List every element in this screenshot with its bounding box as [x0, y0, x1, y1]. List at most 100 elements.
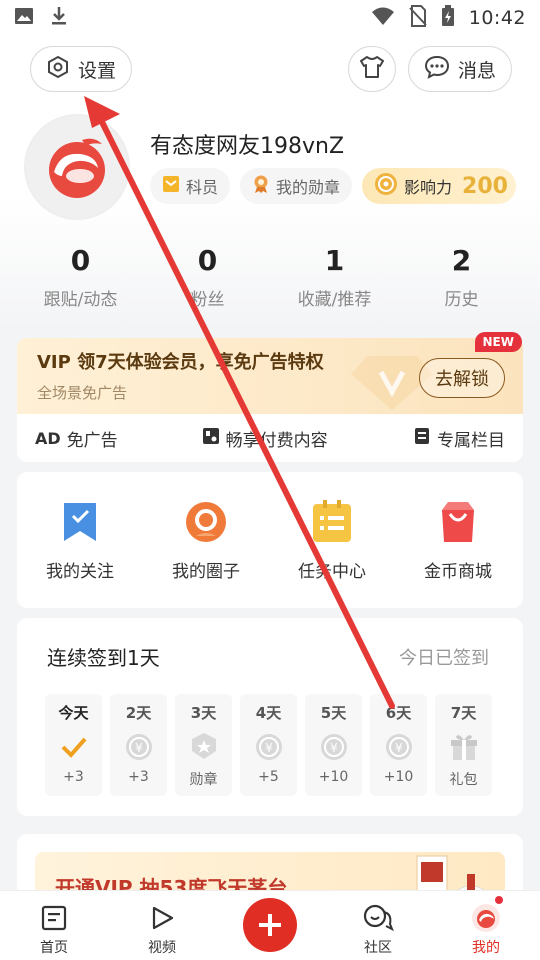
perk-paid-content[interactable]: 畅享付费内容: [202, 426, 328, 451]
stat-favorites[interactable]: 1 收藏/推荐: [271, 244, 398, 310]
settings-label: 设置: [77, 59, 116, 82]
unlock-button[interactable]: 去解锁: [419, 358, 505, 398]
stat-fans[interactable]: 0 粉丝: [144, 244, 271, 310]
nav-label: 我的: [472, 940, 500, 956]
nav-home[interactable]: 首页: [0, 891, 108, 960]
checkin-status: 今日已签到: [399, 648, 489, 669]
shortcut-my-circles[interactable]: 我的圈子: [143, 499, 269, 582]
day-name: 7天: [450, 704, 477, 722]
coin-icon: ¥: [110, 727, 167, 767]
vip-title: VIP 领7天体验会员，享免广告特权: [37, 352, 324, 373]
nav-community[interactable]: 社区: [324, 891, 432, 960]
rank-badge-icon: [162, 175, 180, 197]
checkin-day[interactable]: 2天 ¥ +3: [110, 694, 167, 796]
rank-tag-label: 科员: [186, 178, 219, 197]
day-reward: 礼包: [449, 772, 478, 788]
settings-button[interactable]: 设置: [30, 46, 132, 92]
nav-label: 首页: [40, 940, 68, 956]
stat-label: 跟贴/动态: [43, 290, 118, 310]
coin-icon: ¥: [370, 727, 427, 767]
settings-hexagon-icon: [46, 55, 70, 84]
day-name: 3天: [190, 704, 217, 722]
svg-text:¥: ¥: [265, 741, 273, 755]
checkmark-icon: [45, 727, 102, 767]
checkin-days: 今天 +3 2天 ¥ +3 3天 勋章 4天 ¥ +5 5天 ¥ +10 6天 …: [45, 694, 492, 796]
battery-charging-icon: [441, 5, 455, 31]
download-notification-icon: [50, 6, 68, 30]
day-name: 2天: [125, 704, 152, 722]
influence-tag-label: 影响力: [404, 178, 453, 197]
paid-content-icon: [202, 427, 220, 450]
shortcut-label: 金币商城: [424, 561, 492, 582]
shortcut-my-follows[interactable]: 我的关注: [17, 499, 143, 582]
checkin-day[interactable]: 5天 ¥ +10: [305, 694, 362, 796]
medal-icon: [252, 174, 270, 198]
circle-icon: [143, 499, 269, 545]
wifi-icon: [371, 6, 395, 30]
gift-icon: [435, 727, 492, 767]
shortcut-task-center[interactable]: 任务中心: [269, 499, 395, 582]
plus-icon: [259, 914, 281, 936]
checkin-day[interactable]: 4天 ¥ +5: [240, 694, 297, 796]
day-reward: +3: [63, 769, 84, 785]
perk-label: 畅享付费内容: [225, 430, 328, 451]
influence-value: 200: [462, 173, 508, 199]
add-post-button[interactable]: [243, 898, 297, 952]
stat-history[interactable]: 2 历史: [398, 244, 525, 310]
stat-value: 0: [197, 244, 218, 277]
checkin-card: 连续签到1天 今日已签到 今天 +3 2天 ¥ +3 3天 勋章 4天 ¥ +5…: [17, 618, 523, 816]
svg-text:¥: ¥: [135, 741, 143, 755]
perk-no-ads[interactable]: AD 免广告: [35, 426, 118, 451]
profile-tags: 科员 我的勋章 影响力 200: [150, 168, 516, 204]
svg-text:¥: ¥: [395, 741, 403, 755]
checkin-day[interactable]: 3天 勋章: [175, 694, 232, 796]
day-reward: +5: [258, 769, 279, 785]
day-name: 5天: [320, 704, 347, 722]
rank-tag[interactable]: 科员: [150, 168, 231, 204]
day-name: 4天: [255, 704, 282, 722]
day-reward: +3: [128, 769, 149, 785]
shortcut-label: 我的圈子: [172, 561, 240, 582]
medals-tag-label: 我的勋章: [276, 178, 341, 197]
vip-subtitle: 全场景免广告: [37, 384, 128, 402]
messages-button[interactable]: 消息: [408, 46, 512, 92]
vip-banner[interactable]: VIP 领7天体验会员，享免广告特权 全场景免广告 去解锁: [17, 338, 523, 414]
shopping-bag-icon: [395, 499, 521, 545]
medals-tag[interactable]: 我的勋章: [240, 168, 353, 204]
profile-stats: 0 跟贴/动态 0 粉丝 1 收藏/推荐 2 历史: [0, 244, 540, 310]
username[interactable]: 有态度网友198vnZ: [150, 128, 344, 160]
nav-label: 视频: [148, 940, 176, 956]
bookmark-icon: [17, 499, 143, 545]
vip-perks: AD 免广告 畅享付费内容 专属栏目: [17, 414, 523, 462]
stat-value: 1: [324, 244, 345, 277]
nav-video[interactable]: 视频: [108, 891, 216, 960]
nav-mine[interactable]: 我的: [432, 891, 540, 960]
skin-button[interactable]: [348, 46, 396, 92]
coin-icon: ¥: [240, 727, 297, 767]
checkin-day[interactable]: 6天 ¥ +10: [370, 694, 427, 796]
perk-label: 免广告: [66, 430, 118, 451]
vip-card[interactable]: VIP 领7天体验会员，享免广告特权 全场景免广告 去解锁 AD 免广告 畅享付…: [17, 338, 523, 462]
checkin-day[interactable]: 7天 礼包: [435, 694, 492, 796]
stat-label: 收藏/推荐: [297, 290, 372, 310]
tshirt-icon: [359, 55, 385, 84]
shortcut-label: 我的关注: [46, 561, 114, 582]
day-reward: 勋章: [189, 772, 218, 788]
perk-label: 专属栏目: [437, 430, 505, 451]
status-bar: 10:42: [0, 0, 540, 36]
stat-comments[interactable]: 0 跟贴/动态: [17, 244, 144, 310]
day-reward: +10: [383, 769, 414, 785]
new-badge: NEW: [474, 332, 522, 352]
no-sim-icon: [409, 5, 427, 31]
checkin-title: 连续签到1天: [47, 646, 160, 670]
nav-label: 社区: [364, 940, 392, 956]
community-chat-icon: [324, 903, 432, 933]
day-reward: +10: [318, 769, 349, 785]
netease-logo-icon: [49, 138, 105, 198]
shortcut-coin-mall[interactable]: 金币商城: [395, 499, 521, 582]
shortcut-grid: 我的关注 我的圈子 任务中心 金币商城: [17, 472, 523, 608]
influence-tag[interactable]: 影响力 200: [362, 168, 516, 204]
checkin-day[interactable]: 今天 +3: [45, 694, 102, 796]
perk-exclusive-column[interactable]: 专属栏目: [413, 426, 505, 451]
avatar[interactable]: [24, 114, 130, 220]
